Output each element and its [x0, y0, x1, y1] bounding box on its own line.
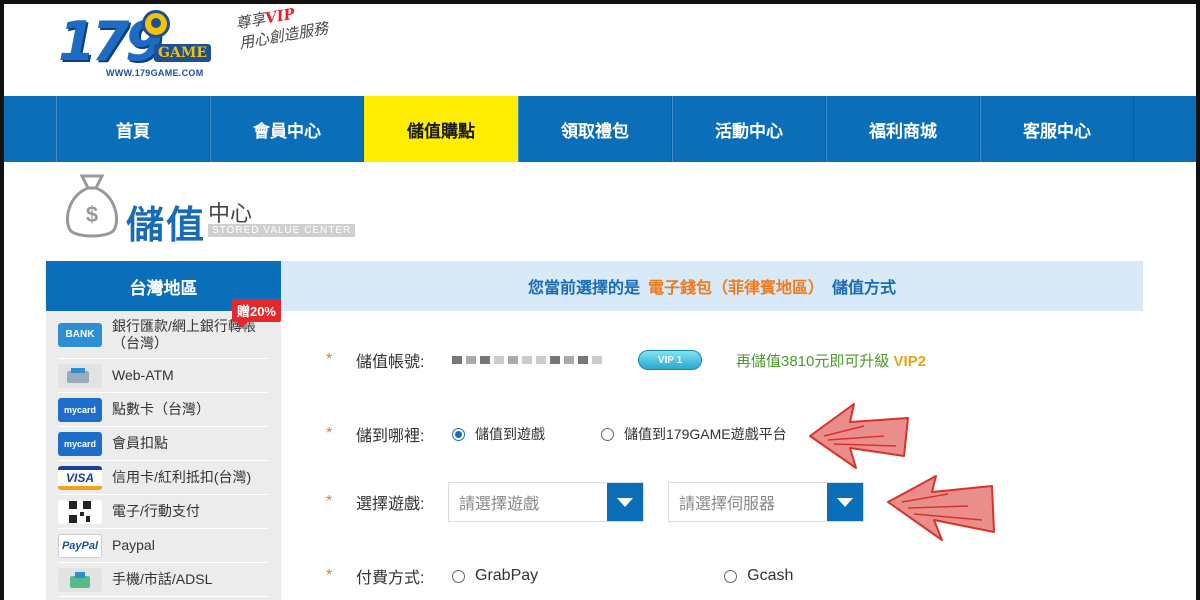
sidebar-item-label: 手機/市話/ADSL — [112, 571, 213, 587]
payment-row: * 付費方式: GrabPay Gcash — [326, 564, 793, 588]
required-star: * — [326, 493, 333, 510]
annotation-arrow-icon — [887, 475, 995, 541]
main-nav: 首頁 會員中心 儲值購點 領取禮包 活動中心 福利商城 客服中心 — [4, 96, 1196, 162]
sidebar-item-point-card[interactable]: mycard 點數卡（台灣） — [58, 393, 269, 427]
radio-to-game-label: 儲值到遊戲 — [475, 426, 545, 442]
vip-level-badge: VIP 1 — [638, 350, 702, 370]
sidebar-item-label: 會員扣點 — [112, 435, 168, 451]
radio-dot[interactable] — [724, 569, 738, 583]
sidebar-item-label: Paypal — [112, 537, 155, 553]
svg-text:$: $ — [86, 202, 98, 227]
site-header: 179 GAME WWW.179GAME.COM 尊享VIP 用心創造服務 — [4, 4, 1196, 96]
logo-eye-icon — [142, 10, 170, 38]
sidebar-item-web-atm[interactable]: Web-ATM — [58, 359, 269, 393]
qr-code-icon — [58, 499, 102, 524]
annotation-arrow-icon — [809, 403, 909, 469]
radio-to-platform-label: 儲值到179GAME遊戲平台 — [624, 426, 787, 442]
sidebar-item-label: 點數卡（台灣） — [112, 401, 210, 417]
target-label: 儲到哪裡: — [356, 428, 425, 445]
selected-method-banner: 您當前選擇的是 電子錢包（菲律賓地區） 儲值方式 — [281, 261, 1143, 311]
radio-dot[interactable] — [601, 427, 614, 441]
required-star: * — [326, 425, 333, 442]
masked-account — [452, 356, 602, 364]
banner-highlight: 電子錢包（菲律賓地區） — [647, 280, 824, 297]
phone-icon — [58, 567, 102, 592]
stored-value-title: $ 儲值 中心 STORED VALUE CENTER — [56, 170, 376, 248]
upgrade-hint: 再儲值3810元即可升級 VIP2 — [736, 350, 926, 371]
sidebar-item-member-deduct[interactable]: mycard 會員扣點 — [58, 427, 269, 461]
mycard-member-icon: mycard — [58, 431, 102, 456]
radio-to-platform[interactable]: 儲值到179GAME遊戲平台 — [601, 424, 787, 444]
required-star: * — [326, 567, 333, 584]
visa-icon: VISA — [58, 465, 102, 490]
upgrade-level: VIP2 — [893, 352, 927, 370]
web-atm-icon — [58, 363, 102, 388]
payment-label: 付費方式: — [356, 570, 425, 587]
account-row: * 儲值帳號: VIP 1 再儲值3810元即可升級 VIP2 — [326, 348, 926, 372]
nav-mall[interactable]: 福利商城 — [826, 96, 980, 162]
nav-support[interactable]: 客服中心 — [980, 96, 1134, 162]
bank-icon: BANK — [58, 322, 102, 347]
game-row: * 選擇遊戲: 請選擇遊戲 請選擇伺服器 — [326, 482, 864, 522]
paypal-icon: PayPal — [58, 533, 102, 558]
nav-member-center[interactable]: 會員中心 — [210, 96, 364, 162]
radio-to-game[interactable]: 儲值到遊戲 — [452, 424, 545, 444]
server-select-placeholder: 請選擇伺服器 — [679, 496, 776, 513]
upgrade-text: 再儲值3810元即可升級 — [736, 352, 890, 370]
radio-gcash[interactable]: Gcash — [724, 567, 793, 585]
nav-events[interactable]: 活動中心 — [672, 96, 826, 162]
title-english: STORED VALUE CENTER — [208, 224, 356, 237]
server-select[interactable]: 請選擇伺服器 — [668, 482, 864, 522]
sidebar-item-label: 電子/行動支付 — [112, 503, 200, 519]
chevron-down-icon[interactable] — [607, 483, 643, 521]
sidebar-item-paypal[interactable]: PayPal Paypal — [58, 529, 269, 563]
account-label: 儲值帳號: — [356, 354, 425, 371]
sidebar-item-phone[interactable]: 手機/市話/ADSL — [58, 563, 269, 597]
title-main: 儲值 — [126, 205, 207, 247]
page-frame: 179 GAME WWW.179GAME.COM 尊享VIP 用心創造服務 首頁… — [0, 0, 1200, 600]
chevron-down-icon[interactable] — [827, 483, 863, 521]
game-label: 選擇遊戲: — [356, 496, 425, 513]
radio-dot-selected[interactable] — [452, 427, 465, 441]
game-select-placeholder: 請選擇遊戲 — [459, 496, 540, 513]
slogan: 尊享VIP 用心創造服務 — [234, 4, 330, 53]
nav-home[interactable]: 首頁 — [56, 96, 210, 162]
radio-grabpay[interactable]: GrabPay — [452, 567, 538, 585]
payment-sidebar: 台灣地區 BANK 銀行匯款/網上銀行轉帳（台灣） 贈20% Web-ATM m… — [46, 261, 281, 600]
required-star: * — [326, 351, 333, 368]
game-select[interactable]: 請選擇遊戲 — [448, 482, 644, 522]
radio-grabpay-label: GrabPay — [475, 567, 539, 584]
sidebar-item-mobile-pay[interactable]: 電子/行動支付 — [58, 495, 269, 529]
gift-badge: 贈20% — [231, 299, 281, 328]
target-row: * 儲到哪裡: 儲值到遊戲 儲值到179GAME遊戲平台 — [326, 422, 787, 446]
logo-url: WWW.179GAME.COM — [106, 68, 204, 78]
sidebar-item-label: Web-ATM — [112, 367, 174, 383]
nav-top-up[interactable]: 儲值購點 — [364, 96, 518, 162]
banner-pre: 您當前選擇的是 — [527, 280, 640, 297]
sidebar-item-credit-card[interactable]: VISA 信用卡/紅利抵扣(台灣) — [58, 461, 269, 495]
site-logo[interactable]: 179 GAME WWW.179GAME.COM — [56, 8, 236, 80]
mycard-icon: mycard — [58, 397, 102, 422]
sidebar-item-label: 信用卡/紅利抵扣(台灣) — [112, 469, 252, 485]
logo-game-text: GAME — [154, 44, 211, 62]
radio-dot[interactable] — [452, 569, 465, 583]
money-bag-icon: $ — [65, 174, 119, 238]
nav-gift-packs[interactable]: 領取禮包 — [518, 96, 672, 162]
sidebar-item-bank[interactable]: BANK 銀行匯款/網上銀行轉帳（台灣） 贈20% — [58, 299, 281, 359]
banner-post: 儲值方式 — [832, 280, 897, 297]
radio-gcash-label: Gcash — [747, 567, 794, 584]
